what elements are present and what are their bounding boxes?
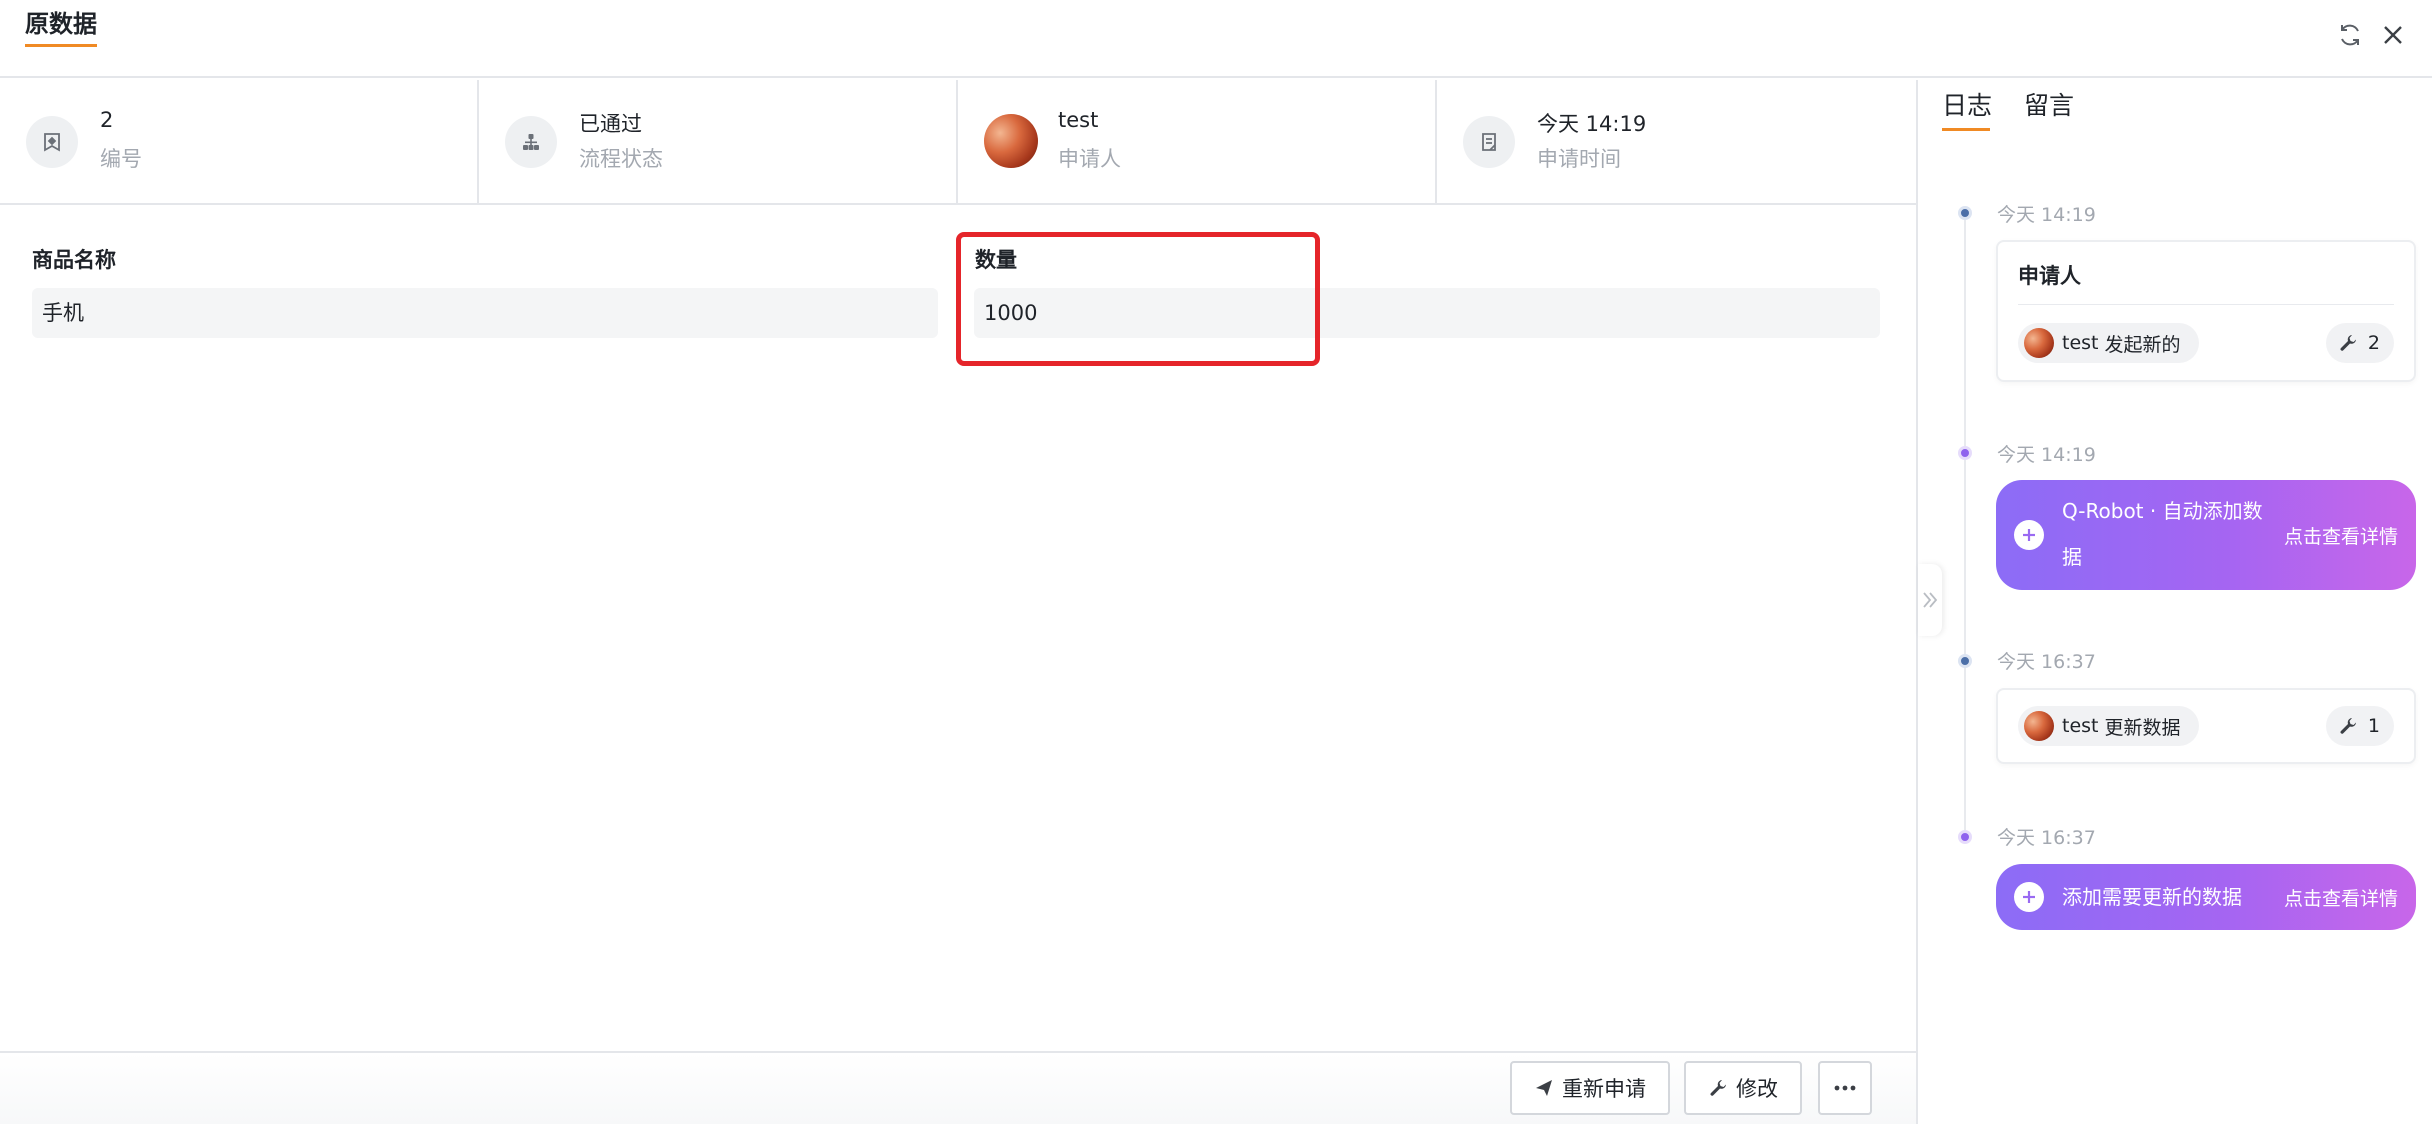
double-chevron-right-icon xyxy=(1923,592,1938,608)
wrench-icon xyxy=(1710,1080,1726,1096)
info-applicant-value: test xyxy=(1058,108,1099,132)
info-status-label: 流程状态 xyxy=(579,147,663,171)
info-card-status: 已通过 流程状态 xyxy=(479,80,958,203)
right-panel xyxy=(1916,80,2432,1124)
user-chip[interactable]: test 发起新的 xyxy=(2018,323,2199,363)
log-card-title: 申请人 xyxy=(2018,264,2081,288)
wrench-icon xyxy=(2340,718,2356,734)
tab-comments[interactable]: 留言 xyxy=(2024,86,2074,122)
info-card-time: 今天 14:19 申请时间 xyxy=(1437,80,1916,203)
log-card-submit: 申请人 test 发起新的 2 xyxy=(1996,240,2416,382)
plus-icon xyxy=(2014,882,2044,912)
workflow-icon xyxy=(505,116,557,168)
title-tab-underline xyxy=(25,44,97,47)
info-time-label: 申请时间 xyxy=(1537,147,1621,171)
header-bar: 原数据 xyxy=(0,0,2432,78)
avatar xyxy=(984,114,1038,168)
divider xyxy=(2018,304,2394,305)
more-icon xyxy=(1834,1085,1856,1091)
timeline-time: 今天 14:19 xyxy=(1997,204,2096,226)
log-action: 更新数据 xyxy=(2104,716,2181,739)
plus-icon xyxy=(2014,520,2044,550)
info-time-value: 今天 14:19 xyxy=(1537,112,1647,136)
info-status-value: 已通过 xyxy=(579,112,642,136)
avatar xyxy=(2024,328,2054,358)
tab-active-underline xyxy=(1942,128,1990,131)
log-card-update: test 更新数据 1 xyxy=(1996,688,2416,764)
view-details-link[interactable]: 点击查看详情 xyxy=(2284,522,2398,549)
page-title: 原数据 xyxy=(25,10,97,38)
detail-page: 原数据 2 编号 已通过 流程状态 test 申请人 今天 14:19 申请时间… xyxy=(0,0,2432,1124)
more-button[interactable] xyxy=(1818,1061,1872,1115)
tab-log[interactable]: 日志 xyxy=(1942,86,1992,122)
timeline-line xyxy=(1964,214,1966,838)
timeline-dot xyxy=(1958,206,1972,220)
user-chip[interactable]: test 更新数据 xyxy=(2018,706,2199,746)
refresh-icon[interactable] xyxy=(2333,18,2367,52)
timeline-time: 今天 16:37 xyxy=(1997,827,2096,849)
edit-label: 修改 xyxy=(1736,1077,1778,1101)
field-label-product-name: 商品名称 xyxy=(32,248,116,272)
robot-card-auto-add[interactable]: Q-Robot · 自动添加数 据 点击查看详情 xyxy=(1996,480,2416,590)
timeline-dot xyxy=(1958,654,1972,668)
collapse-panel-handle[interactable] xyxy=(1918,564,1942,636)
timeline-dot xyxy=(1958,830,1972,844)
field-count-chip[interactable]: 1 xyxy=(2325,706,2394,746)
timeline-time: 今天 14:19 xyxy=(1997,444,2096,466)
reapply-label: 重新申请 xyxy=(1562,1077,1646,1101)
bookmark-icon xyxy=(26,116,78,168)
document-icon xyxy=(1463,116,1515,168)
info-summary-row: 2 编号 已通过 流程状态 test 申请人 今天 14:19 申请时间 xyxy=(0,80,1916,205)
field-count-chip[interactable]: 2 xyxy=(2325,323,2394,363)
robot-card-add-update[interactable]: 添加需要更新的数据 点击查看详情 xyxy=(1996,864,2416,930)
wrench-icon xyxy=(2340,335,2356,351)
send-icon xyxy=(1536,1080,1552,1096)
robot-text-line1: Q-Robot · 自动添加数 xyxy=(2062,499,2263,523)
robot-text: 添加需要更新的数据 xyxy=(2062,885,2242,909)
user-name: test xyxy=(2062,332,2099,354)
highlight-box xyxy=(956,232,1320,366)
info-applicant-label: 申请人 xyxy=(1058,147,1121,171)
info-number-label: 编号 xyxy=(100,147,142,171)
timeline-time: 今天 16:37 xyxy=(1997,651,2096,673)
field-product-name[interactable]: 手机 xyxy=(32,288,938,338)
info-number-value: 2 xyxy=(100,108,114,132)
user-name: test xyxy=(2062,715,2099,737)
close-icon[interactable] xyxy=(2376,18,2410,52)
field-count: 1 xyxy=(2367,715,2380,737)
info-card-number: 2 编号 xyxy=(0,80,479,203)
view-details-link[interactable]: 点击查看详情 xyxy=(2284,884,2398,911)
log-action: 发起新的 xyxy=(2104,333,2181,356)
info-card-applicant: test 申请人 xyxy=(958,80,1437,203)
avatar xyxy=(2024,711,2054,741)
field-count: 2 xyxy=(2367,332,2380,354)
timeline-dot xyxy=(1958,446,1972,460)
reapply-button[interactable]: 重新申请 xyxy=(1510,1061,1670,1115)
robot-text-line2: 据 xyxy=(2062,545,2082,569)
edit-button[interactable]: 修改 xyxy=(1684,1061,1802,1115)
